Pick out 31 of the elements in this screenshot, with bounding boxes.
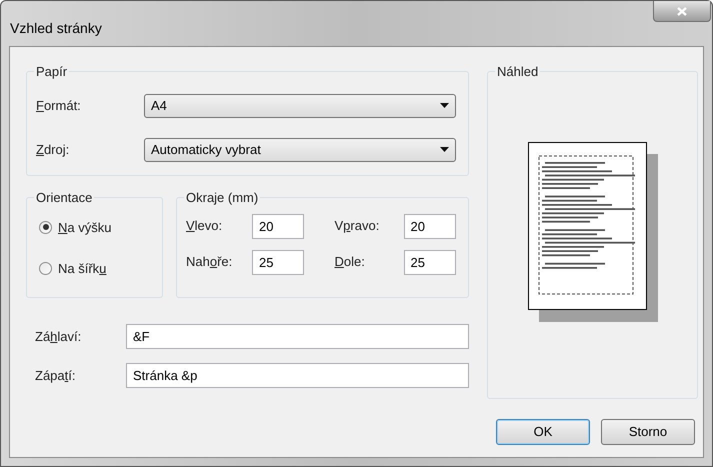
dialog-button[interactable]: OK [496,419,590,445]
dialog-button[interactable]: Storno [601,419,695,445]
field-label: Záhlaví: [34,328,82,346]
field-label: Zápatí: [34,366,76,385]
margin-field[interactable]: 20 [252,214,304,238]
field-label: Dole: [334,253,366,272]
field-label: Vlevo: [186,217,224,236]
margin-field[interactable]: 20 [404,214,456,238]
radio-button[interactable] [39,262,52,276]
field-label: Nahoře: [186,253,234,272]
field-label: Zdroj: [36,140,70,159]
group-title: Okraje (mm) [185,189,260,207]
group-title: Papír [35,63,68,81]
window-title: Vzhled stránky [10,19,102,38]
field-label: Formát: [36,96,82,115]
dropdown[interactable]: A4 [144,94,456,118]
group-title: Náhled [496,63,540,81]
text-field[interactable]: &F [126,324,469,349]
text-field[interactable]: Stránka &p [126,363,469,388]
radio-label: Na výšku [58,218,112,237]
caret-icon [440,103,449,108]
close-button[interactable] [653,1,711,22]
margin-field[interactable]: 25 [404,250,456,274]
group-title: Orientace [35,189,94,207]
radio-label: Na šířku [58,260,106,278]
caret-icon [440,147,449,152]
field-label: Vpravo: [334,217,380,236]
margin-field[interactable]: 25 [252,250,304,274]
dropdown[interactable]: Automaticky vybrat [144,138,456,162]
radio-button[interactable] [39,220,52,234]
close-icon [677,6,687,16]
